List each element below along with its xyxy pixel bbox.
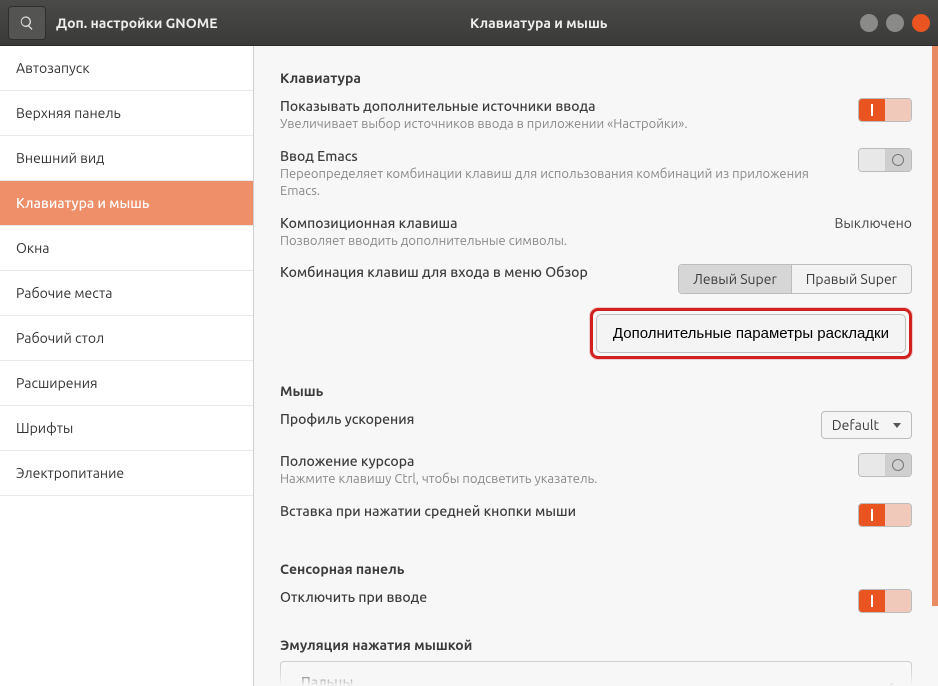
extra-sources-toggle[interactable] xyxy=(858,98,912,122)
chevron-down-icon xyxy=(893,423,901,428)
overview-label: Комбинация клавиш для входа в меню Обзор xyxy=(280,264,666,280)
row-pointer-location: Положение курсора Нажмите клавишу Ctrl, … xyxy=(280,449,912,499)
sidebar-item-desktop[interactable]: Рабочий стол xyxy=(0,316,253,361)
middle-paste-label: Вставка при нажатии средней кнопки мыши xyxy=(280,503,846,519)
overview-super-selector: Левый Super Правый Super xyxy=(678,264,912,294)
sidebar-item-windows[interactable]: Окна xyxy=(0,226,253,271)
emacs-toggle[interactable] xyxy=(858,148,912,172)
section-mouse: Мышь xyxy=(280,383,912,399)
sidebar-item-top-bar[interactable]: Верхняя панель xyxy=(0,91,253,136)
extra-sources-desc: Увеличивает выбор источников ввода в при… xyxy=(280,116,846,134)
sidebar-item-autostart[interactable]: Автозапуск xyxy=(0,46,253,91)
check-icon: ✔ xyxy=(884,680,895,686)
emacs-label: Ввод Emacs xyxy=(280,148,846,164)
sidebar-item-extensions[interactable]: Расширения xyxy=(0,361,253,406)
disable-typing-label: Отключить при вводе xyxy=(280,589,846,605)
row-accel-profile: Профиль ускорения Default xyxy=(280,407,912,449)
sidebar-item-keyboard-mouse[interactable]: Клавиатура и мышь xyxy=(0,181,253,226)
row-overview-shortcut: Комбинация клавиш для входа в меню Обзор… xyxy=(280,260,912,304)
emulation-fingers[interactable]: Пальцы Нажмите на сенсорную панель двумя… xyxy=(281,664,911,686)
overview-left-super[interactable]: Левый Super xyxy=(679,265,792,293)
section-keyboard: Клавиатура xyxy=(280,70,912,86)
emulation-title: Эмуляция нажатия мышкой xyxy=(280,637,912,653)
row-disable-while-typing: Отключить при вводе xyxy=(280,585,912,623)
search-icon xyxy=(19,15,35,31)
scrollbar[interactable] xyxy=(932,46,938,606)
emulation-box: Пальцы Нажмите на сенсорную панель двумя… xyxy=(280,661,912,686)
sidebar-item-workspaces[interactable]: Рабочие места xyxy=(0,271,253,316)
compose-status[interactable]: Выключено xyxy=(834,215,912,231)
sidebar-item-appearance[interactable]: Внешний вид xyxy=(0,136,253,181)
minimize-button[interactable] xyxy=(860,14,878,32)
window-title: Клавиатура и мышь xyxy=(470,15,608,31)
close-button[interactable] xyxy=(912,14,930,32)
app-title: Доп. настройки GNOME xyxy=(56,15,218,31)
compose-label: Композиционная клавиша xyxy=(280,215,822,231)
window-controls xyxy=(860,14,930,32)
titlebar: Доп. настройки GNOME Клавиатура и мышь xyxy=(0,0,938,46)
search-button[interactable] xyxy=(8,6,46,40)
extra-sources-label: Показывать дополнительные источники ввод… xyxy=(280,98,846,114)
content-pane: Клавиатура Показывать дополнительные ист… xyxy=(254,46,938,686)
pointer-label: Положение курсора xyxy=(280,453,846,469)
row-emacs-input: Ввод Emacs Переопределяет комбинации кла… xyxy=(280,144,912,211)
emacs-desc: Переопределяет комбинации клавиш для исп… xyxy=(280,166,846,201)
sidebar-item-power[interactable]: Электропитание xyxy=(0,451,253,496)
row-extra-input-sources: Показывать дополнительные источники ввод… xyxy=(280,94,912,144)
pointer-desc: Нажмите клавишу Ctrl, чтобы подсветить у… xyxy=(280,471,846,489)
overview-right-super[interactable]: Правый Super xyxy=(792,265,911,293)
row-compose-key: Композиционная клавиша Позволяет вводить… xyxy=(280,211,912,261)
middle-paste-toggle[interactable] xyxy=(858,503,912,527)
accel-label: Профиль ускорения xyxy=(280,411,809,427)
maximize-button[interactable] xyxy=(886,14,904,32)
disable-typing-toggle[interactable] xyxy=(858,589,912,613)
sidebar-item-fonts[interactable]: Шрифты xyxy=(0,406,253,451)
accel-profile-dropdown[interactable]: Default xyxy=(821,411,912,439)
pointer-location-toggle[interactable] xyxy=(858,453,912,477)
accel-profile-value: Default xyxy=(832,417,879,433)
compose-desc: Позволяет вводить дополнительные символы… xyxy=(280,233,822,251)
sidebar: Автозапуск Верхняя панель Внешний вид Кл… xyxy=(0,46,254,686)
additional-layout-options-button[interactable]: Дополнительные параметры раскладки xyxy=(596,314,906,353)
section-touchpad: Сенсорная панель xyxy=(280,561,912,577)
emulation-fingers-title: Пальцы xyxy=(301,674,876,686)
row-middle-paste: Вставка при нажатии средней кнопки мыши xyxy=(280,499,912,537)
highlight-annotation: Дополнительные параметры раскладки xyxy=(590,308,912,359)
